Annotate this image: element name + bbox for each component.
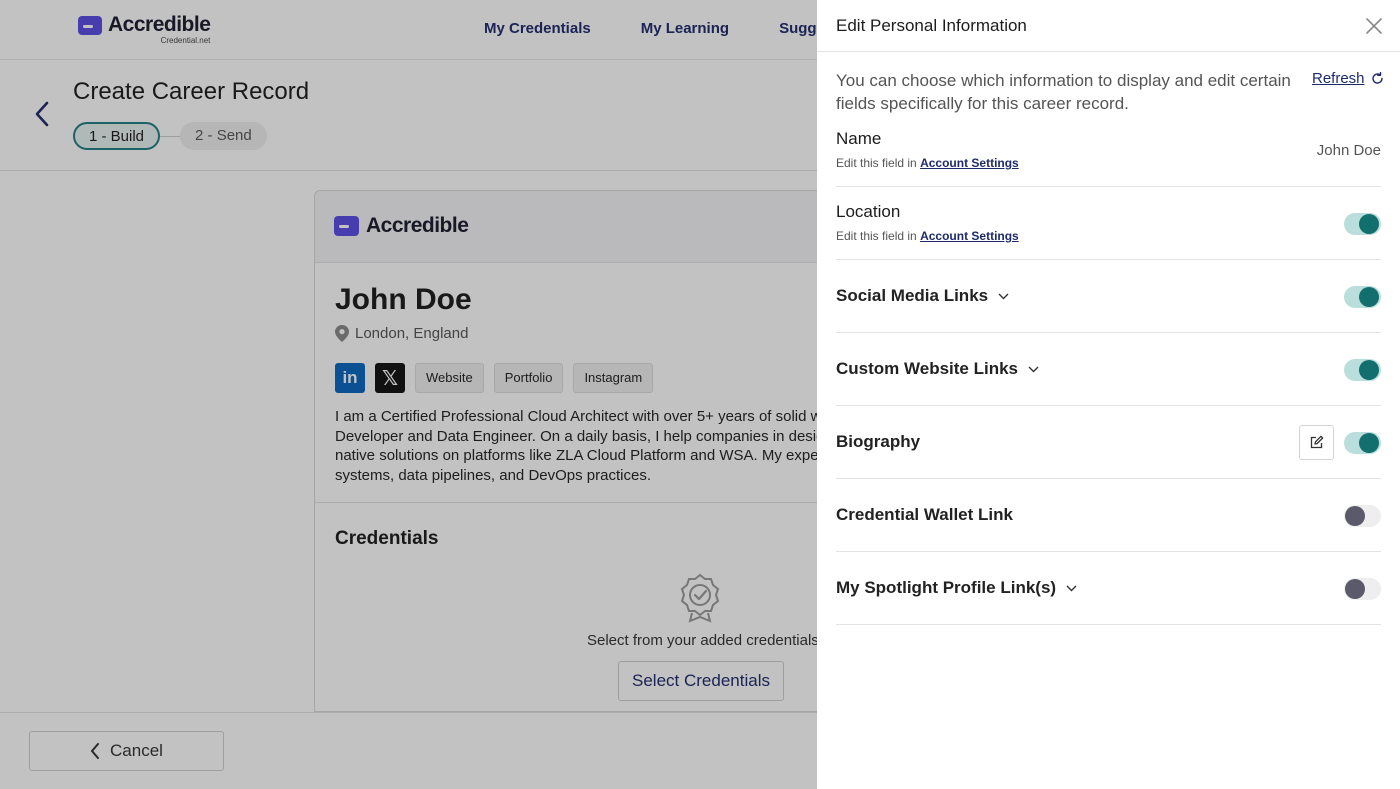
toggle-knob bbox=[1359, 214, 1379, 234]
toggle-knob bbox=[1359, 360, 1379, 380]
setting-row-wallet-link: Credential Wallet Link bbox=[836, 479, 1381, 552]
location-toggle[interactable] bbox=[1344, 213, 1381, 235]
toggle-knob bbox=[1345, 506, 1365, 526]
settings-list: Name Edit this field in Account Settings… bbox=[836, 114, 1381, 625]
edit-biography-button[interactable] bbox=[1299, 425, 1334, 460]
custom-website-toggle[interactable] bbox=[1344, 359, 1381, 381]
edit-pencil-icon bbox=[1310, 435, 1324, 449]
panel-header: Edit Personal Information bbox=[817, 0, 1400, 52]
toggle-knob bbox=[1345, 579, 1365, 599]
spotlight-toggle[interactable] bbox=[1344, 578, 1381, 600]
setting-label-social-media[interactable]: Social Media Links bbox=[836, 286, 1009, 306]
label-text: Custom Website Links bbox=[836, 359, 1018, 378]
setting-row-spotlight: My Spotlight Profile Link(s) bbox=[836, 552, 1381, 625]
setting-hint-name: Edit this field in Account Settings bbox=[836, 156, 1019, 170]
wallet-link-toggle[interactable] bbox=[1344, 505, 1381, 527]
setting-row-location: Location Edit this field in Account Sett… bbox=[836, 187, 1381, 260]
setting-label-custom-website[interactable]: Custom Website Links bbox=[836, 359, 1039, 379]
setting-row-name: Name Edit this field in Account Settings… bbox=[836, 114, 1381, 187]
setting-value-name: John Doe bbox=[1316, 142, 1381, 159]
label-text: Social Media Links bbox=[836, 286, 989, 305]
refresh-icon bbox=[1371, 72, 1383, 84]
setting-row-social-media: Social Media Links bbox=[836, 260, 1381, 333]
toggle-knob bbox=[1359, 287, 1379, 307]
hint-text: Edit this field in bbox=[836, 156, 917, 170]
close-icon[interactable] bbox=[1366, 18, 1382, 34]
setting-label-location: Location bbox=[836, 202, 901, 221]
toggle-knob bbox=[1359, 433, 1379, 453]
chevron-down-icon[interactable] bbox=[1028, 366, 1039, 373]
chevron-down-icon[interactable] bbox=[998, 293, 1009, 300]
refresh-label: Refresh bbox=[1312, 70, 1365, 87]
biography-toggle[interactable] bbox=[1344, 432, 1381, 454]
refresh-link[interactable]: Refresh bbox=[1312, 70, 1384, 87]
setting-label-spotlight[interactable]: My Spotlight Profile Link(s) bbox=[836, 578, 1077, 598]
label-text: My Spotlight Profile Link(s) bbox=[836, 578, 1057, 597]
account-settings-link[interactable]: Account Settings bbox=[920, 229, 1019, 243]
setting-row-custom-website: Custom Website Links bbox=[836, 333, 1381, 406]
account-settings-link[interactable]: Account Settings bbox=[920, 156, 1019, 170]
hint-text: Edit this field in bbox=[836, 229, 917, 243]
setting-row-biography: Biography bbox=[836, 406, 1381, 479]
setting-label-biography: Biography bbox=[836, 432, 921, 451]
chevron-down-icon[interactable] bbox=[1066, 585, 1077, 592]
setting-label-wallet-link: Credential Wallet Link bbox=[836, 505, 1013, 524]
setting-label-name: Name bbox=[836, 129, 882, 148]
edit-personal-info-panel: Edit Personal Information You can choose… bbox=[817, 0, 1400, 789]
panel-intro-text: You can choose which information to disp… bbox=[836, 71, 1291, 113]
social-media-toggle[interactable] bbox=[1344, 286, 1381, 308]
panel-title: Edit Personal Information bbox=[836, 16, 1027, 35]
setting-hint-location: Edit this field in Account Settings bbox=[836, 229, 1019, 243]
